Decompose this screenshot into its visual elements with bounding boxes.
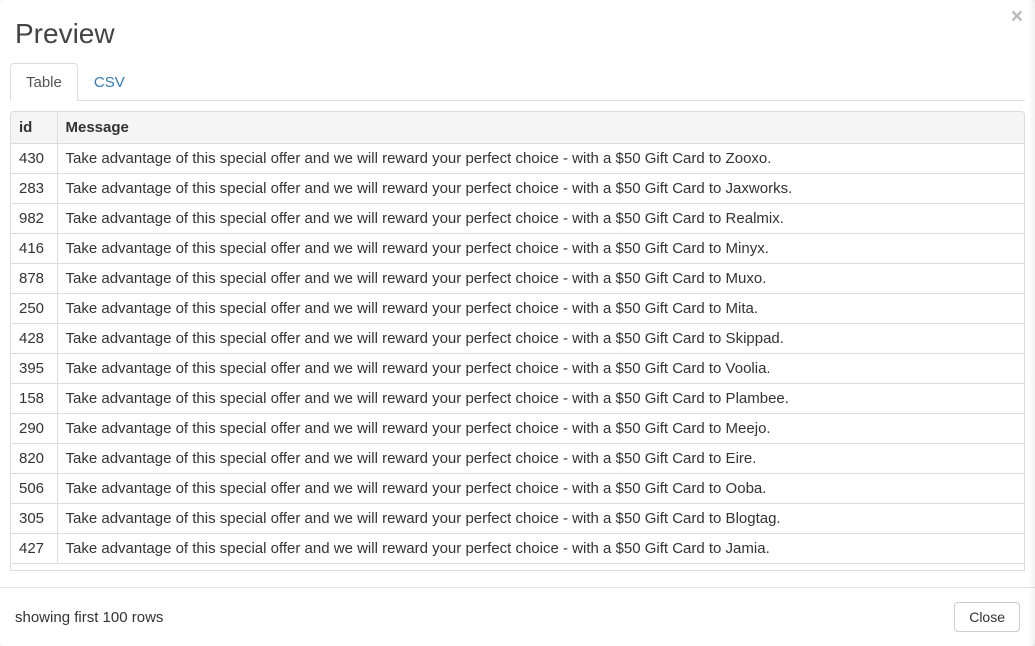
- table-row[interactable]: 305Take advantage of this special offer …: [11, 504, 1024, 534]
- close-button[interactable]: Close: [954, 602, 1020, 632]
- cell-id: 158: [11, 384, 57, 414]
- cell-message: Take advantage of this special offer and…: [57, 384, 1024, 414]
- column-header-id[interactable]: id: [11, 112, 57, 144]
- page-scrollbar[interactable]: [1029, 0, 1035, 646]
- cell-id: 820: [11, 444, 57, 474]
- table-row[interactable]: 982Take advantage of this special offer …: [11, 204, 1024, 234]
- cell-id: 982: [11, 204, 57, 234]
- table-row[interactable]: 395Take advantage of this special offer …: [11, 354, 1024, 384]
- footer-status: showing first 100 rows: [15, 609, 163, 626]
- cell-id: 878: [11, 264, 57, 294]
- column-header-message[interactable]: Message: [57, 112, 1024, 144]
- cell-message: Take advantage of this special offer and…: [57, 444, 1024, 474]
- modal-header: × Preview: [0, 0, 1035, 62]
- cell-message: Take advantage of this special offer and…: [57, 294, 1024, 324]
- cell-id: 428: [11, 324, 57, 354]
- cell-message: Take advantage of this special offer and…: [57, 144, 1024, 174]
- cell-id: 416: [11, 234, 57, 264]
- cell-id: 506: [11, 474, 57, 504]
- tab-table[interactable]: Table: [10, 63, 78, 101]
- table-row[interactable]: 158Take advantage of this special offer …: [11, 384, 1024, 414]
- table-row[interactable]: 416Take advantage of this special offer …: [11, 234, 1024, 264]
- table-scroll[interactable]: id Message 430Take advantage of this spe…: [10, 111, 1025, 571]
- cell-id: 283: [11, 174, 57, 204]
- modal-footer: showing first 100 rows Close: [0, 587, 1035, 646]
- cell-id: 395: [11, 354, 57, 384]
- close-icon[interactable]: ×: [1011, 6, 1023, 27]
- table-row[interactable]: 820Take advantage of this special offer …: [11, 444, 1024, 474]
- cell-message: Take advantage of this special offer and…: [57, 414, 1024, 444]
- table-row[interactable]: 878Take advantage of this special offer …: [11, 264, 1024, 294]
- table-row[interactable]: 430Take advantage of this special offer …: [11, 144, 1024, 174]
- cell-id: 427: [11, 534, 57, 564]
- table-row[interactable]: 427Take advantage of this special offer …: [11, 534, 1024, 564]
- preview-table: id Message 430Take advantage of this spe…: [11, 112, 1024, 564]
- cell-message: Take advantage of this special offer and…: [57, 324, 1024, 354]
- table-row[interactable]: 506Take advantage of this special offer …: [11, 474, 1024, 504]
- table-row[interactable]: 250Take advantage of this special offer …: [11, 294, 1024, 324]
- table-row[interactable]: 290Take advantage of this special offer …: [11, 414, 1024, 444]
- table-row[interactable]: 428Take advantage of this special offer …: [11, 324, 1024, 354]
- cell-id: 305: [11, 504, 57, 534]
- cell-id: 290: [11, 414, 57, 444]
- cell-message: Take advantage of this special offer and…: [57, 234, 1024, 264]
- cell-id: 430: [11, 144, 57, 174]
- cell-message: Take advantage of this special offer and…: [57, 474, 1024, 504]
- cell-message: Take advantage of this special offer and…: [57, 354, 1024, 384]
- preview-modal: × Preview TableCSV id Message 430Take ad…: [0, 0, 1035, 646]
- tabs-container: TableCSV: [0, 62, 1035, 101]
- modal-body: id Message 430Take advantage of this spe…: [0, 101, 1035, 587]
- cell-id: 250: [11, 294, 57, 324]
- cell-message: Take advantage of this special offer and…: [57, 174, 1024, 204]
- tab-csv[interactable]: CSV: [78, 63, 141, 101]
- table-row[interactable]: 283Take advantage of this special offer …: [11, 174, 1024, 204]
- cell-message: Take advantage of this special offer and…: [57, 504, 1024, 534]
- cell-message: Take advantage of this special offer and…: [57, 204, 1024, 234]
- modal-title: Preview: [15, 18, 1020, 50]
- cell-message: Take advantage of this special offer and…: [57, 534, 1024, 564]
- cell-message: Take advantage of this special offer and…: [57, 264, 1024, 294]
